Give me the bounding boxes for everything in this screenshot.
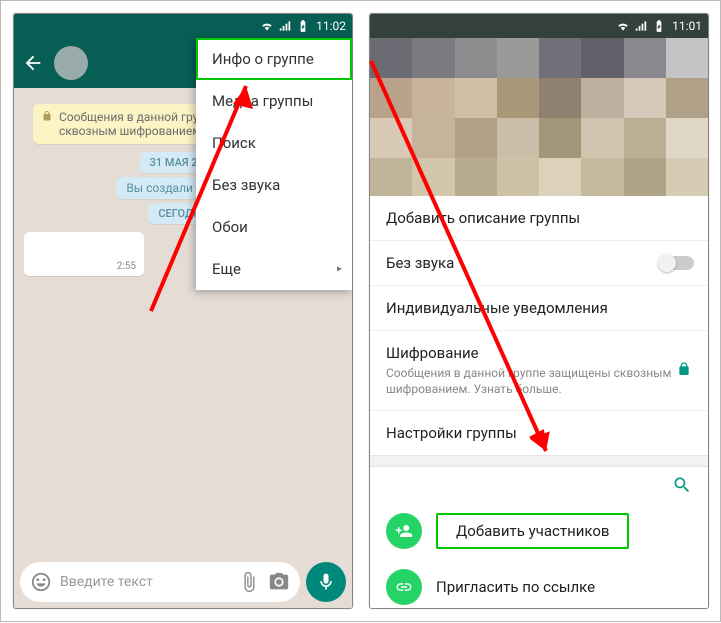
- tutorial-stage: 11:02 Сообщения в данной группе защищены…: [0, 0, 721, 622]
- add-person-badge: [386, 513, 422, 549]
- status-time: 11:01: [672, 19, 702, 33]
- phone-group-info-screen: 11:01 Добавить описание группы Без звука…: [369, 13, 709, 609]
- link-badge: [386, 569, 422, 605]
- attachment-icon[interactable]: [238, 571, 260, 593]
- menu-mute[interactable]: Без звука: [196, 164, 352, 206]
- microphone-icon: [316, 572, 336, 592]
- wifi-icon: [616, 19, 630, 33]
- row-mute[interactable]: Без звука: [370, 240, 708, 285]
- row-group-settings[interactable]: Настройки группы: [370, 410, 708, 455]
- signal-icon: [278, 19, 292, 33]
- status-time: 11:02: [316, 19, 346, 33]
- status-icons: [260, 19, 310, 33]
- message-input[interactable]: Введите текст: [20, 562, 300, 602]
- mute-toggle[interactable]: [660, 256, 694, 270]
- overflow-menu: Инфо о группе Медиа группы Поиск Без зву…: [196, 38, 352, 290]
- voice-record-button[interactable]: [306, 562, 346, 602]
- row-notifications[interactable]: Индивидуальные уведомления: [370, 285, 708, 330]
- battery-icon: [296, 19, 310, 33]
- status-bar: 11:01: [370, 14, 708, 38]
- message-time: 2:55: [117, 261, 136, 272]
- row-add-participants[interactable]: Добавить участников: [370, 503, 708, 559]
- menu-more[interactable]: Еще ▸: [196, 248, 352, 290]
- chevron-right-icon: ▸: [337, 264, 342, 275]
- menu-wallpaper[interactable]: Обои: [196, 206, 352, 248]
- incoming-message[interactable]: 2:55: [24, 232, 144, 276]
- invite-link-label: Пригласить по ссылке: [436, 578, 595, 596]
- wifi-icon: [260, 19, 274, 33]
- message-input-bar: Введите текст: [14, 556, 352, 608]
- person-add-icon: [395, 522, 413, 540]
- status-bar: 11:02: [14, 14, 352, 38]
- input-placeholder: Введите текст: [60, 574, 230, 590]
- notifications-label: Индивидуальные уведомления: [386, 299, 692, 317]
- row-invite-link[interactable]: Пригласить по ссылке: [370, 559, 708, 609]
- menu-group-info[interactable]: Инфо о группе: [196, 38, 352, 80]
- row-add-description[interactable]: Добавить описание группы: [370, 196, 708, 240]
- phone-chat-screen: 11:02 Сообщения в данной группе защищены…: [13, 13, 353, 609]
- search-icon[interactable]: [672, 475, 692, 495]
- menu-group-media[interactable]: Медиа группы: [196, 80, 352, 122]
- camera-icon[interactable]: [268, 571, 290, 593]
- add-description-label: Добавить описание группы: [386, 209, 692, 227]
- group-hero-image[interactable]: [370, 38, 708, 196]
- lock-icon: [676, 361, 692, 381]
- emoji-icon[interactable]: [30, 571, 52, 593]
- add-participants-label: Добавить участников: [436, 513, 629, 549]
- status-icons: [616, 19, 666, 33]
- menu-search[interactable]: Поиск: [196, 122, 352, 164]
- battery-icon: [652, 19, 666, 33]
- row-search-participants: [370, 467, 708, 503]
- signal-icon: [634, 19, 648, 33]
- link-icon: [395, 578, 413, 596]
- encryption-subtext: Сообщения в данной группе защищены сквоз…: [386, 365, 692, 397]
- row-encryption[interactable]: Шифрование Сообщения в данной группе защ…: [370, 330, 708, 410]
- section-divider: [370, 455, 708, 467]
- group-avatar[interactable]: [54, 46, 88, 80]
- menu-more-label: Еще: [212, 260, 241, 278]
- mute-label: Без звука: [386, 254, 692, 272]
- encryption-label: Шифрование: [386, 344, 692, 362]
- group-settings-list[interactable]: Добавить описание группы Без звука Индив…: [370, 196, 708, 609]
- group-settings-label: Настройки группы: [386, 424, 692, 442]
- lock-icon: [41, 110, 53, 125]
- back-arrow-icon[interactable]: [22, 52, 44, 74]
